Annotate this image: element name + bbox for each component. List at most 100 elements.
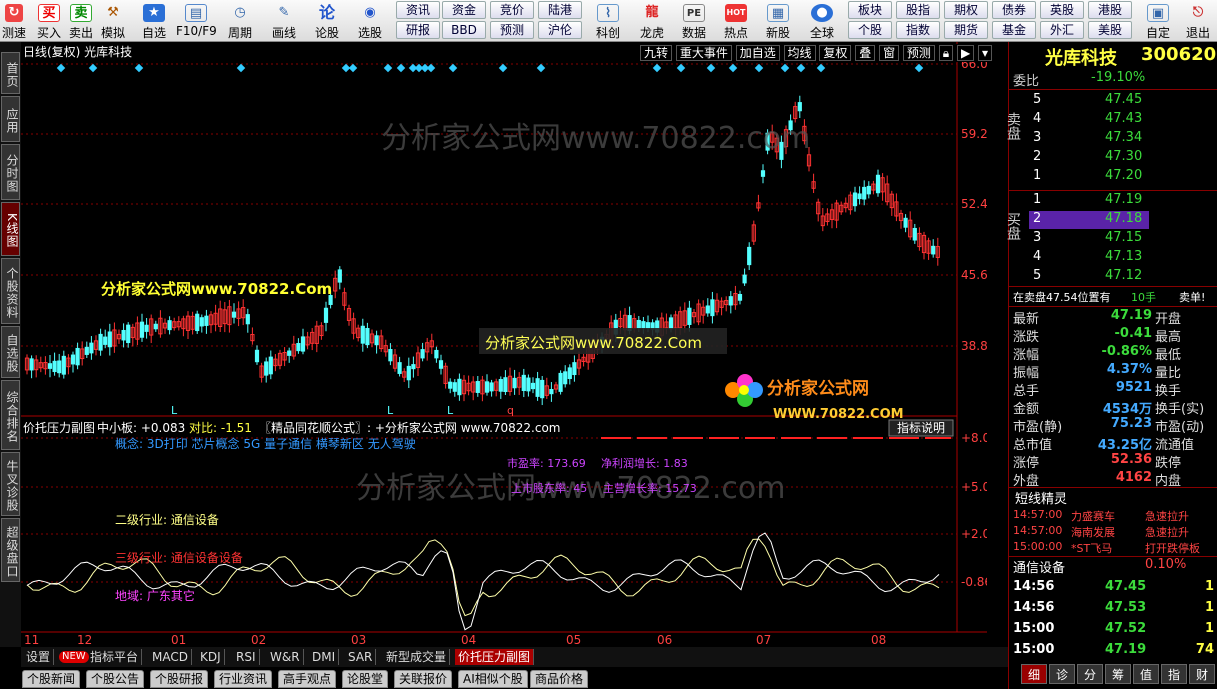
tab-expert-views[interactable]: 高手观点 — [278, 670, 337, 688]
tab-stock-info[interactable]: 个股资料 — [1, 258, 20, 324]
futures-button[interactable]: 期货 — [944, 21, 988, 39]
tab-related-quotes[interactable]: 关联报价 — [394, 670, 453, 688]
options-button[interactable]: 期权 — [944, 1, 988, 19]
indices-button[interactable]: 指数 — [896, 21, 940, 39]
window-button[interactable]: 窗 — [879, 45, 900, 61]
tab-industry-news[interactable]: 行业资讯 — [214, 670, 273, 688]
tab-apps[interactable]: 应用 — [1, 96, 20, 142]
right-tab[interactable]: 诊 — [1049, 664, 1075, 684]
right-tab[interactable]: 分 — [1077, 664, 1103, 684]
tick-row: 15:00 47.52 1 — [1009, 621, 1217, 639]
tab-stock-announce[interactable]: 个股公告 — [86, 670, 145, 688]
ma-button[interactable]: 均线 — [783, 45, 816, 61]
chevron-down-icon[interactable]: ▾ — [978, 45, 993, 61]
tab-settings[interactable]: 设置 — [23, 649, 55, 665]
toolbar-speedtest-button[interactable]: ↻ 测速 — [0, 0, 28, 42]
tab-kline[interactable]: K线图 — [1, 202, 20, 256]
tab-macd[interactable]: MACD — [149, 649, 192, 665]
ask-row[interactable]: 4 47.43 — [1009, 111, 1217, 129]
funds-button[interactable]: 基金 — [992, 21, 1036, 39]
forecast-button[interactable]: 预测 — [490, 21, 534, 39]
bid-row[interactable]: 4 47.13 — [1009, 249, 1217, 267]
x-axis-label: 08 — [871, 633, 886, 647]
sector-row[interactable]: 通信设备 0.10% — [1009, 557, 1217, 576]
kline-chart[interactable]: 日线(复权) 光库科技 66.00 59.29 52.48 45.67 38.8… — [21, 42, 987, 647]
bid-row[interactable]: 2 47.18 — [1009, 211, 1217, 229]
tab-wr[interactable]: W&R — [267, 649, 304, 665]
toolbar-quit-button[interactable]: ⎋ 退出 — [1180, 0, 1216, 42]
tab-price-pressure[interactable]: 价托压力副图 — [455, 649, 535, 665]
stocks-button[interactable]: 个股 — [848, 21, 892, 39]
tab-commodity[interactable]: 商品价格 — [530, 670, 589, 688]
forecast-chart-button[interactable]: 预测 — [902, 45, 935, 61]
toolbar-global-button[interactable]: ● 全球 — [802, 0, 842, 42]
tab-indicator-platform[interactable]: 指标平台 — [87, 649, 143, 665]
hk-stocks-button[interactable]: 港股 — [1088, 1, 1132, 19]
quote-row: 振幅 4.37% 量比 — [1009, 362, 1217, 381]
bid-row[interactable]: 3 47.15 — [1009, 230, 1217, 248]
bbd-button[interactable]: BBD — [442, 21, 486, 39]
tab-discussion[interactable]: 论股堂 — [342, 670, 389, 688]
sector-button[interactable]: 板块 — [848, 1, 892, 19]
news-button[interactable]: 资讯 — [396, 1, 440, 19]
toolbar-new-stock-button[interactable]: ▦ 新股 — [760, 0, 796, 42]
arrow-right-icon[interactable]: ▶ — [956, 45, 975, 61]
tab-rsi[interactable]: RSI — [233, 649, 260, 665]
ask-row[interactable]: 5 47.45 — [1009, 92, 1217, 110]
bid-row[interactable]: 5 47.12 — [1009, 268, 1217, 286]
tab-dmi[interactable]: DMI — [309, 649, 340, 665]
candle-body — [107, 331, 112, 348]
toolbar-star-market-button[interactable]: ⌇ 科创 — [590, 0, 626, 42]
nine-turn-button[interactable]: 九转 — [640, 45, 673, 61]
major-events-button[interactable]: 重大事件 — [675, 45, 732, 61]
ask-row[interactable]: 1 47.20 — [1009, 168, 1217, 186]
tab-stock-news[interactable]: 个股新闻 — [22, 670, 81, 688]
right-tab[interactable]: 值 — [1133, 664, 1159, 684]
tab-stock-research[interactable]: 个股研报 — [150, 670, 209, 688]
fund-flow-button[interactable]: 资金 — [442, 1, 486, 19]
tab-ai-similar[interactable]: AI相似个股 — [458, 670, 528, 688]
tab-intraday[interactable]: 分时图 — [1, 144, 20, 200]
adjust-button[interactable]: 复权 — [819, 45, 852, 61]
toolbar-sell-button[interactable]: 卖 卖出 — [66, 0, 96, 42]
tab-kdj[interactable]: KDJ — [197, 649, 225, 665]
toolbar-simulate-button[interactable]: ⚒ 模拟 — [98, 0, 128, 42]
right-tab[interactable]: 细 — [1021, 664, 1047, 684]
hk-connect-button[interactable]: 陆港 — [538, 1, 582, 19]
tab-new-volume[interactable]: 新型成交量 — [383, 649, 451, 665]
research-button[interactable]: 研报 — [396, 21, 440, 39]
toolbar-watchlist-button[interactable]: ★ 自选 — [136, 0, 172, 42]
shanghai-london-button[interactable]: 沪伦 — [538, 21, 582, 39]
tab-ranking[interactable]: 综合排名 — [1, 380, 20, 450]
uk-stocks-button[interactable]: 英股 — [1040, 1, 1084, 19]
toolbar-buy-button[interactable]: 买 买入 — [34, 0, 64, 42]
bid-row[interactable]: 1 47.19 — [1009, 192, 1217, 210]
index-futures-button[interactable]: 股指 — [896, 1, 940, 19]
toolbar-draw-button[interactable]: ✎ 画线 — [264, 0, 304, 42]
toolbar-hot-button[interactable]: HOT 热点 — [718, 0, 754, 42]
right-tab[interactable]: 财 — [1189, 664, 1215, 684]
tab-watchlist[interactable]: 自选股 — [1, 326, 20, 378]
tab-diagnosis[interactable]: 牛叉诊股 — [1, 452, 20, 516]
overlay-button[interactable]: 叠 — [855, 45, 876, 61]
toolbar-f10-button[interactable]: ▤ F10/F9 — [176, 0, 217, 42]
tab-home[interactable]: 首页 — [1, 52, 20, 94]
forex-button[interactable]: 外汇 — [1040, 21, 1084, 39]
tab-sar[interactable]: SAR — [345, 649, 377, 665]
toolbar-period-button[interactable]: ◷ 周期 — [220, 0, 260, 42]
toolbar-data-button[interactable]: PE 数据 — [676, 0, 712, 42]
add-watchlist-button[interactable]: 加自选 — [735, 45, 780, 61]
ask-row[interactable]: 2 47.30 — [1009, 149, 1217, 167]
auction-button[interactable]: 竞价 — [490, 1, 534, 19]
right-tab[interactable]: 指 — [1161, 664, 1187, 684]
ask-row[interactable]: 3 47.34 — [1009, 130, 1217, 148]
bonds-button[interactable]: 债券 — [992, 1, 1036, 19]
toolbar-discuss-button[interactable]: 论 论股 — [310, 0, 344, 42]
toolbar-dragon-tiger-button[interactable]: 龍 龙虎 — [634, 0, 670, 42]
toolbar-select-stock-button[interactable]: ◉ 选股 — [350, 0, 390, 42]
toolbar-custom-button[interactable]: ▣ 自定 — [1140, 0, 1176, 42]
us-stocks-button[interactable]: 美股 — [1088, 21, 1132, 39]
right-tab[interactable]: 筹 — [1105, 664, 1131, 684]
lock-icon[interactable]: 🔒︎ — [938, 45, 954, 61]
tab-super-quote[interactable]: 超级盘口 — [1, 518, 20, 582]
